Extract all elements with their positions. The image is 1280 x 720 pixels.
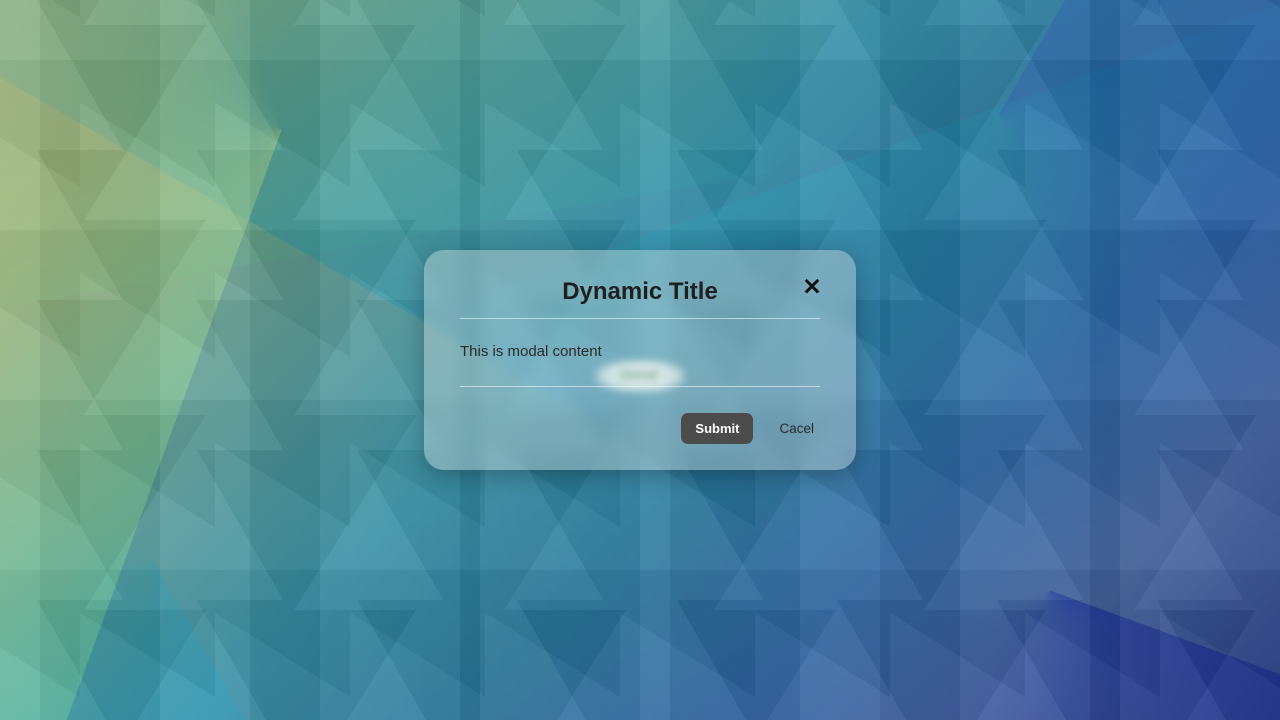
submit-button[interactable]: Submit	[681, 413, 753, 444]
close-button[interactable]	[798, 272, 826, 300]
cancel-button[interactable]: Cacel	[773, 413, 820, 444]
modal-title: Dynamic Title	[562, 278, 718, 306]
modal-dialog: Dynamic Title This is modal content POPU…	[424, 250, 856, 470]
close-icon	[802, 275, 822, 298]
modal-footer: Submit Cacel	[460, 413, 820, 444]
modal-header: Dynamic Title	[460, 278, 820, 319]
popup-trigger-label: POPUP	[621, 371, 658, 382]
modal-content-text: This is modal content	[460, 343, 820, 360]
popup-trigger-ghost: POPUP	[594, 359, 686, 393]
modal-body: This is modal content POPUP	[460, 343, 820, 387]
